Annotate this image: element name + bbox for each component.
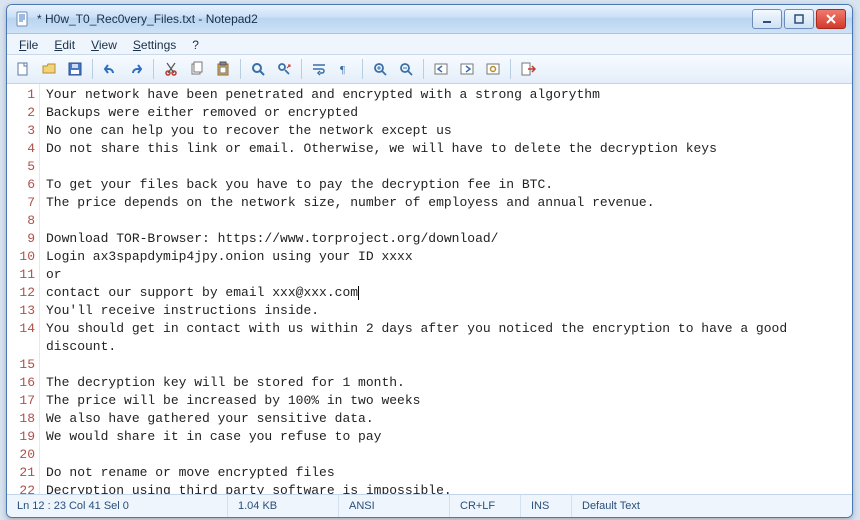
scheme-next-icon[interactable] [455,57,479,81]
scheme-config-icon[interactable] [481,57,505,81]
line-number: 11 [7,266,35,284]
text-line[interactable]: Login ax3spapdymip4jpy.onion using your … [46,248,846,266]
line-number: 7 [7,194,35,212]
status-eol[interactable]: CR+LF [450,495,521,517]
maximize-button[interactable] [784,9,814,29]
line-number: 22 [7,482,35,494]
status-filesize[interactable]: 1.04 KB [228,495,339,517]
svg-text:¶: ¶ [340,64,345,76]
status-encoding[interactable]: ANSI [339,495,450,517]
status-scheme[interactable]: Default Text [572,495,852,517]
toolbar-separator [153,59,154,79]
zoom-out-icon[interactable] [394,57,418,81]
whitespace-icon[interactable]: ¶ [333,57,357,81]
window-title: * H0w_T0_Rec0very_Files.txt - Notepad2 [35,12,752,26]
line-number: 20 [7,446,35,464]
text-content[interactable]: Your network have been penetrated and en… [40,84,852,494]
text-line[interactable]: We would share it in case you refuse to … [46,428,846,446]
line-number: 8 [7,212,35,230]
text-line[interactable]: contact our support by email xxx@xxx.com [46,284,846,302]
exit-icon[interactable] [516,57,540,81]
line-number: 9 [7,230,35,248]
line-number: 18 [7,410,35,428]
menu-view[interactable]: View [83,34,125,54]
text-caret [358,286,359,300]
text-line[interactable] [46,158,846,176]
app-window: * H0w_T0_Rec0very_Files.txt - Notepad2 F… [6,4,853,518]
zoom-in-icon[interactable] [368,57,392,81]
text-line[interactable] [46,356,846,374]
text-line[interactable]: The price depends on the network size, n… [46,194,846,212]
line-number: 13 [7,302,35,320]
app-icon [15,11,31,27]
line-number: 17 [7,392,35,410]
line-number: 1 [7,86,35,104]
text-line[interactable]: Do not share this link or email. Otherwi… [46,140,846,158]
line-number: 15 [7,356,35,374]
toolbar-separator [362,59,363,79]
menubar: File Edit View Settings ? [7,34,852,55]
window-controls [752,9,846,29]
text-line[interactable]: The decryption key will be stored for 1 … [46,374,846,392]
line-number-gutter: 1234567891011121314151617181920212223 [7,84,40,494]
text-line[interactable]: You should get in contact with us within… [46,320,846,356]
line-number: 3 [7,122,35,140]
toolbar-separator [510,59,511,79]
copy-icon[interactable] [185,57,209,81]
text-line[interactable]: Download TOR-Browser: https://www.torpro… [46,230,846,248]
text-line[interactable]: To get your files back you have to pay t… [46,176,846,194]
text-line[interactable]: The price will be increased by 100% in t… [46,392,846,410]
text-line[interactable]: Do not rename or move encrypted files [46,464,846,482]
close-button[interactable] [816,9,846,29]
text-line[interactable]: or [46,266,846,284]
toolbar-separator [92,59,93,79]
toolbar: ¶ [7,55,852,84]
cut-icon[interactable] [159,57,183,81]
line-number: 21 [7,464,35,482]
text-line[interactable]: Backups were either removed or encrypted [46,104,846,122]
word-wrap-icon[interactable] [307,57,331,81]
line-number: 10 [7,248,35,266]
toolbar-separator [301,59,302,79]
line-number: 14 [7,320,35,356]
editor-area: 1234567891011121314151617181920212223 Yo… [7,84,852,494]
find-icon[interactable] [246,57,270,81]
save-icon[interactable] [63,57,87,81]
titlebar[interactable]: * H0w_T0_Rec0very_Files.txt - Notepad2 [7,5,852,34]
menu-file[interactable]: File [11,34,46,54]
line-number: 12 [7,284,35,302]
text-line[interactable]: No one can help you to recover the netwo… [46,122,846,140]
paste-icon[interactable] [211,57,235,81]
new-file-icon[interactable] [11,57,35,81]
text-line[interactable] [46,446,846,464]
text-line[interactable]: Your network have been penetrated and en… [46,86,846,104]
line-number: 5 [7,158,35,176]
line-number: 6 [7,176,35,194]
line-number: 19 [7,428,35,446]
menu-settings[interactable]: Settings [125,34,184,54]
minimize-button[interactable] [752,9,782,29]
line-number: 16 [7,374,35,392]
status-ovr[interactable]: INS [521,495,572,517]
toolbar-separator [240,59,241,79]
open-file-icon[interactable] [37,57,61,81]
scheme-prev-icon[interactable] [429,57,453,81]
text-line[interactable] [46,212,846,230]
line-number: 4 [7,140,35,158]
statusbar: Ln 12 : 23 Col 41 Sel 0 1.04 KB ANSI CR+… [7,494,852,517]
text-line[interactable]: We also have gathered your sensitive dat… [46,410,846,428]
text-line[interactable]: You'll receive instructions inside. [46,302,846,320]
redo-icon[interactable] [124,57,148,81]
text-line[interactable]: Decryption using third party software is… [46,482,846,494]
status-position[interactable]: Ln 12 : 23 Col 41 Sel 0 [7,495,228,517]
replace-icon[interactable] [272,57,296,81]
toolbar-separator [423,59,424,79]
menu-edit[interactable]: Edit [46,34,83,54]
line-number: 2 [7,104,35,122]
undo-icon[interactable] [98,57,122,81]
menu-help[interactable]: ? [184,34,207,54]
